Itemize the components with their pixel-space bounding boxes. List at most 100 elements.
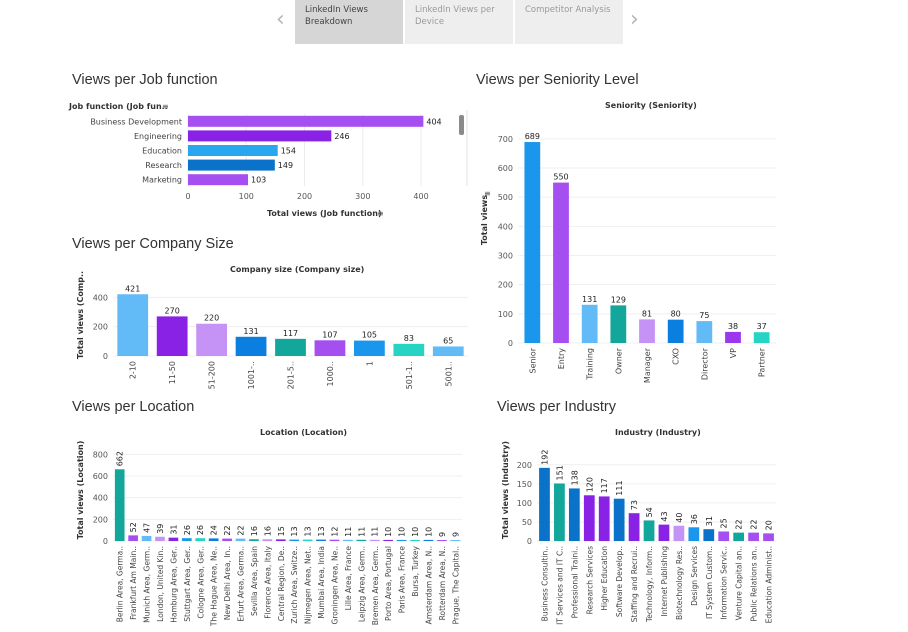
job-bar [188,159,275,171]
location-value-label: 662 [116,451,125,466]
location-value-label: 13 [317,526,326,536]
company-value-label: 220 [204,314,219,323]
industry-value-label: 36 [690,514,699,524]
location-value-label: 26 [183,525,192,535]
seniority-value-label: 38 [728,322,738,331]
industry-bar [554,483,565,541]
job-category-label: Research [145,161,182,170]
job-bar [188,115,424,127]
location-category-label: The Hague Area, Ne.. [210,546,219,627]
company-category-label: 2-10 [129,361,138,379]
seniority-category-label: Director [700,347,709,380]
location-value-label: 9 [451,532,460,537]
industry-value-label: 40 [675,513,684,523]
location-bar [289,539,300,541]
location-ytick-label: 200 [93,515,108,524]
job-value-label: 246 [334,132,349,141]
location-category-label: Zurich Area, Switze.. [290,546,299,624]
seniority-bar [524,142,541,343]
seniority-value-label: 129 [611,295,626,304]
industry-ytick-label: 150 [517,480,532,489]
job-value-label: 404 [426,117,441,126]
industry-value-label: 117 [600,478,609,493]
location-category-label: Cologne Area, Ger.. [196,546,205,619]
company-category-label: 5001.. [444,361,453,386]
location-value-label: 10 [398,527,407,537]
job-category-label: Education [142,147,182,156]
charts-canvas: Job function (Job fun..≡0 100 200 300 400Bus… [68,102,776,627]
seniority-value-label: 131 [582,295,597,304]
seniority-ytick-label: 200 [498,281,513,290]
company-ytick-label: 0 [103,352,108,361]
company-value-label: 107 [322,330,337,339]
location-bar [329,539,340,541]
company-bar [156,316,188,356]
company-category-label: 51-200 [208,361,217,389]
industry-bar [583,495,595,541]
location-bar [410,539,420,541]
location-value-label: 22 [223,525,232,535]
company-category-label: 501-1.. [405,361,414,389]
industry-bar [748,532,759,541]
industry-value-label: 120 [585,477,594,492]
job-xtick-label: 0 [185,192,190,201]
location-value-label: 16 [263,526,272,536]
location-value-label: 22 [237,525,246,535]
location-bar [128,535,138,541]
industry-ytick-label: 0 [527,537,532,546]
company-bar [275,338,306,356]
seniority-yaxis-title: Total views [480,195,489,245]
seniority-value-label: 81 [642,309,652,318]
industry-value-label: 138 [570,470,579,485]
industry-category-label: Research Services [585,546,594,615]
location-category-label: Sevilla Area, Spain [250,546,259,616]
location-yaxis-title: Total views (Location) [76,441,85,540]
company-ytick-label: 400 [93,293,108,302]
location-category-label: London, United Kin.. [156,546,165,622]
job-bar [188,145,278,156]
job-bar [188,130,332,142]
industry-bar [688,527,700,541]
location-value-label: 26 [196,525,205,535]
industry-category-label: Information Servic.. [720,546,729,620]
company-value-label: 131 [243,327,258,336]
industry-bar [643,520,655,541]
location-bar [437,540,447,541]
sort-icon: ≡ [484,189,491,198]
location-value-label: 13 [304,526,313,536]
job-bar [188,174,249,186]
location-category-label: Munich Area, Germ.. [143,546,152,623]
industry-category-label: Education Administ.. [765,546,774,623]
seniority-bar [696,321,713,343]
company-value-label: 270 [165,306,180,315]
job-value-label: 149 [278,161,293,170]
industry-value-label: 54 [645,507,654,517]
industry-category-label: Professional Traini.. [570,546,579,618]
location-category-label: Amsterdam Area, N.. [424,546,433,624]
company-value-label: 65 [443,336,453,345]
seniority-value-label: 75 [699,311,709,320]
location-bar [423,539,434,541]
industry-bar [598,496,610,541]
location-bar [450,540,461,541]
industry-value-label: 22 [750,519,759,529]
industry-category-label: IT Services and IT C.. [555,546,564,625]
location-category-label: Porto Area, Portugal [384,546,393,621]
location-category-label: Berlin Area, Germa.. [116,546,125,622]
industry-bar [703,529,715,541]
location-ytick-label: 400 [93,494,108,503]
industry-bar [568,488,580,541]
location-value-label: 52 [129,522,138,532]
location-category-label: Prague, The Capital.. [451,546,460,624]
seniority-category-label: Training [586,348,595,381]
location-bar [369,539,380,541]
location-bar [356,539,367,541]
industry-value-label: 25 [720,518,729,528]
location-category-label: Central Region, De.. [277,546,286,621]
seniority-category-label: Manager [643,347,652,383]
location-value-label: 39 [156,524,165,534]
location-bar [249,539,259,541]
seniority-value-label: 80 [671,310,681,319]
company-bar [235,336,267,356]
company-value-label: 117 [283,329,298,338]
